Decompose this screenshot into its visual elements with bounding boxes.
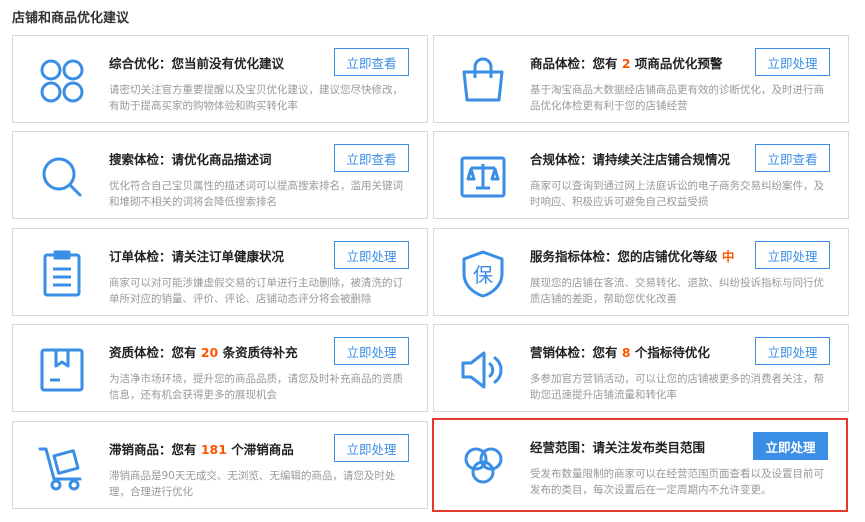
circles-overlap-icon [454, 436, 512, 494]
card-marketing-check: 营销体检：您有 8 个指标待优化 多参加官方营销活动，可以让您的店铺被更多的消费… [433, 324, 849, 412]
handle-now-button[interactable]: 立即处理 [755, 241, 830, 269]
hand-truck-icon [33, 438, 91, 496]
section-title: 店铺和商品优化建议 [12, 11, 130, 26]
card-qualification-check: 资质体检：您有 20 条资质待补充 为洁净市场环境，提升您的商品品质，请您及时补… [12, 324, 428, 412]
card-title: 滞销商品：您有 181 个滞销商品 [109, 442, 294, 457]
card-title: 商品体检：您有 2 项商品优化预警 [530, 56, 723, 71]
card-slow-moving-products: 滞销商品：您有 181 个滞销商品 滞销商品是90天无成交、无浏览、无编辑的商品… [12, 421, 428, 509]
card-title: 合规体检：请持续关注店铺合规情况 [530, 152, 731, 167]
card-description: 商家可以对可能涉嫌虚假交易的订单进行主动删除，被清洗的订单所对应的销量、评价、评… [109, 277, 403, 305]
card-title: 搜索体检：请优化商品描述词 [109, 152, 272, 167]
card-compliance-check: 合规体检：请持续关注店铺合规情况 商家可以查询到通过网上法庭诉讼的电子商务交易纠… [433, 131, 849, 219]
handle-now-button[interactable]: 立即处理 [753, 432, 828, 460]
card-search-check: 搜索体检：请优化商品描述词 优化符合自己宝贝属性的描述词可以提高搜索排名，滥用关… [12, 131, 428, 219]
grid-circles-icon [33, 52, 91, 110]
card-description: 商家可以查询到通过网上法庭诉讼的电子商务交易纠纷案件，及时响应、积极应诉可避免自… [530, 180, 824, 208]
card-order-check: 订单体检：请关注订单健康状况 商家可以对可能涉嫌虚假交易的订单进行主动删除，被清… [12, 228, 428, 316]
view-now-button[interactable]: 立即查看 [334, 144, 409, 172]
card-title: 资质体检：您有 20 条资质待补充 [109, 345, 298, 360]
package-icon [33, 341, 91, 399]
view-now-button[interactable]: 立即查看 [755, 144, 830, 172]
card-title: 服务指标体检：您的店铺优化等级 中 [530, 249, 735, 264]
card-description: 优化符合自己宝贝属性的描述词可以提高搜索排名，滥用关键词和堆砌不相关的词将会降低… [109, 180, 403, 208]
card-overall-optimization: 综合优化：您当前没有优化建议 请密切关注官方重要提醒以及宝贝优化建议，建议您尽快… [12, 35, 428, 123]
svg-text:保: 保 [473, 263, 493, 287]
handle-now-button[interactable]: 立即处理 [334, 434, 409, 462]
card-description: 请密切关注官方重要提醒以及宝贝优化建议，建议您尽快修改，有助于提高买家的购物体验… [109, 84, 403, 112]
card-description: 展现您的店铺在客流、交易转化、退款、纠纷投诉指标与同行优质店铺的差距，帮助您优化… [530, 277, 824, 305]
card-title: 经营范围：请关注发布类目范围 [530, 440, 706, 455]
handle-now-button[interactable]: 立即处理 [755, 48, 830, 76]
handle-now-button[interactable]: 立即处理 [334, 241, 409, 269]
clipboard-icon [33, 245, 91, 303]
card-description: 为洁净市场环境，提升您的商品品质，请您及时补充商品的资质信息，还有机会获得更多的… [109, 373, 403, 401]
card-service-metrics: 保 服务指标体检：您的店铺优化等级 中 展现您的店铺在客流、交易转化、退款、纠纷… [433, 228, 849, 316]
shield-bao-icon: 保 [454, 245, 512, 303]
card-title: 营销体检：您有 8 个指标待优化 [530, 345, 710, 360]
view-now-button[interactable]: 立即查看 [334, 48, 409, 76]
card-description: 滞销商品是90天无成交、无浏览、无编辑的商品，请您及时处理，合理进行优化 [109, 470, 396, 498]
card-product-check: 商品体检：您有 2 项商品优化预警 基于淘宝商品大数据经店铺商品更有效的诊断优化… [433, 35, 849, 123]
handle-now-button[interactable]: 立即处理 [755, 337, 830, 365]
speaker-icon [454, 341, 512, 399]
card-title: 订单体检：请关注订单健康状况 [109, 249, 285, 264]
search-icon [33, 148, 91, 206]
scale-icon [454, 148, 512, 206]
card-description: 基于淘宝商品大数据经店铺商品更有效的诊断优化，及时进行商品优化体检更有利于您的店… [530, 84, 824, 112]
card-description: 受发布数量限制的商家可以在经营范围页面查看以及设置目前可发布的类目，每次设置后在… [530, 468, 824, 496]
card-title: 综合优化：您当前没有优化建议 [109, 56, 285, 71]
shopping-bag-icon [454, 52, 512, 110]
card-description: 多参加官方营销活动，可以让您的店铺被更多的消费者关注，帮助您迅速提升店铺流量和转… [530, 373, 824, 401]
card-business-scope: 经营范围：请关注发布类目范围 受发布数量限制的商家可以在经营范围页面查看以及设置… [432, 418, 848, 512]
handle-now-button[interactable]: 立即处理 [334, 337, 409, 365]
